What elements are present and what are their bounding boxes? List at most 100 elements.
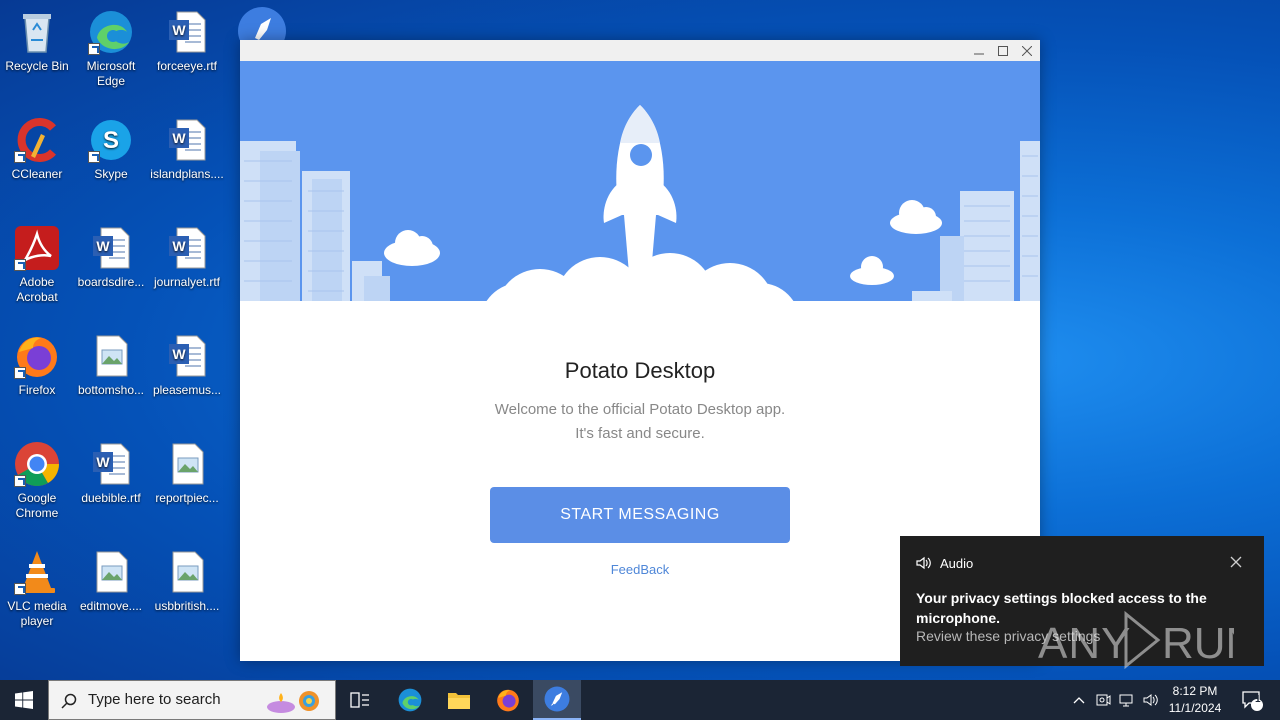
svg-text:W: W (172, 346, 186, 362)
desktop-icon-pleasemus[interactable]: W pleasemus... (149, 332, 225, 398)
ccleaner-icon (13, 116, 61, 164)
desktop-icon-boardsdire[interactable]: W boardsdire... (73, 224, 149, 290)
desktop-icon-ccleaner[interactable]: CCleaner (0, 116, 75, 182)
folder-icon (448, 693, 470, 709)
desktop-icon-label: Recycle Bin (5, 59, 69, 73)
start-button[interactable] (0, 680, 48, 720)
desktop-icon-label: forceeye.rtf (156, 59, 218, 73)
desktop-icon-label: duebible.rtf (81, 491, 141, 505)
microsoft-edge-icon (87, 8, 135, 56)
svg-text:W: W (172, 130, 186, 146)
desktop-icon-label: boardsdire... (77, 275, 145, 289)
start-messaging-button[interactable]: START MESSAGING (490, 487, 790, 543)
desktop-icon-label: bottomsho... (77, 383, 145, 397)
word-document-icon: W (87, 440, 135, 488)
task-view-button[interactable] (336, 680, 384, 720)
google-chrome-icon (13, 440, 61, 488)
app-subtitle-line1: Welcome to the official Potato Desktop a… (494, 401, 786, 418)
image-file-icon (163, 548, 211, 596)
feedback-link-text[interactable]: FeedBack (611, 562, 670, 577)
taskbar-clock[interactable]: 8:12 PM 11/1/2024 (1162, 683, 1228, 717)
clock-date: 11/1/2024 (1168, 701, 1222, 715)
desktop-icon-journalyet[interactable]: W journalyet.rtf (149, 224, 225, 290)
svg-text:W: W (172, 238, 186, 254)
desktop-icon-label: Skype (94, 167, 128, 181)
task-view-icon (350, 692, 369, 708)
taskbar-firefox[interactable] (484, 680, 532, 720)
minimize-icon (974, 53, 984, 54)
desktop-icon-forceeye[interactable]: W forceeye.rtf (149, 8, 225, 74)
taskbar-search-box[interactable]: Type here to search (48, 680, 336, 720)
maximize-button[interactable] (991, 40, 1015, 61)
vlc-cone-icon (13, 548, 61, 596)
action-center-button[interactable]: 1 (1232, 680, 1272, 720)
recycle-bin-icon (13, 8, 61, 56)
desktop-icon-label: Adobe Acrobat (16, 275, 58, 304)
hero-illustration (240, 61, 1040, 301)
toast-close-icon[interactable] (1230, 556, 1242, 568)
shortcut-arrow-icon (88, 43, 100, 55)
svg-text:W: W (96, 454, 110, 470)
potato-rocket-icon (238, 7, 286, 40)
firefox-icon (13, 332, 61, 380)
desktop-icon-reportpiec[interactable]: reportpiec... (149, 440, 225, 506)
desktop-icon-usbbritish[interactable]: usbbritish.... (149, 548, 225, 614)
taskbar-file-explorer[interactable] (435, 680, 483, 720)
desktop-icon-microsoft-edge[interactable]: Microsoft Edge (73, 8, 149, 89)
word-document-icon: W (163, 332, 211, 380)
app-subtitle-line2: It's fast and secure. (575, 425, 705, 442)
word-document-icon: W (163, 224, 211, 272)
desktop-icon-recycle-bin[interactable]: Recycle Bin (0, 8, 75, 74)
adobe-acrobat-icon (13, 224, 61, 272)
shortcut-arrow-icon (14, 475, 26, 487)
desktop-icon-potato-partial[interactable] (237, 6, 287, 40)
desktop-icon-bottomsho[interactable]: bottomsho... (73, 332, 149, 398)
desktop-icon-label: Firefox (18, 383, 56, 397)
taskbar-edge[interactable] (386, 680, 434, 720)
desktop-icon-label: CCleaner (11, 167, 63, 181)
close-icon (1022, 45, 1032, 56)
show-hidden-icons-button[interactable] (1068, 680, 1090, 720)
svg-text:ANY: ANY (1038, 619, 1131, 668)
desktop-icon-label: journalyet.rtf (153, 275, 221, 289)
desktop-icon-label: Google Chrome (15, 491, 59, 520)
notification-badge: 1 (1255, 694, 1261, 705)
desktop-icon-vlc[interactable]: VLC media player (0, 548, 75, 629)
close-button[interactable] (1015, 40, 1039, 61)
desktop-icon-label: reportpiec... (155, 491, 219, 505)
app-title: Potato Desktop (564, 358, 716, 383)
microsoft-edge-icon (398, 688, 422, 712)
toast-app-name: Audio (940, 556, 974, 571)
taskbar-potato-desktop[interactable] (533, 680, 581, 720)
tray-volume[interactable] (1140, 680, 1162, 720)
desktop-icon-google-chrome[interactable]: Google Chrome (0, 440, 75, 521)
app-subtitle: Welcome to the official Potato Desktop a… (240, 398, 1040, 446)
shortcut-arrow-icon (88, 151, 100, 163)
tray-meet-now[interactable] (1092, 680, 1114, 720)
shortcut-arrow-icon (14, 259, 26, 271)
windows-logo-icon (15, 691, 33, 709)
diwali-lamp-icon (267, 691, 319, 713)
desktop-icon-adobe-acrobat[interactable]: Adobe Acrobat (0, 224, 75, 305)
window-titlebar[interactable] (240, 40, 1040, 61)
search-icon (61, 693, 77, 709)
anyrun-watermark-logo: ANY RUN (1038, 610, 1234, 670)
speaker-icon (916, 556, 931, 570)
tray-network[interactable] (1116, 680, 1138, 720)
svg-text:RUN: RUN (1162, 619, 1234, 668)
desktop-icon-label: VLC media player (7, 599, 67, 628)
desktop-icon-duebible[interactable]: W duebible.rtf (73, 440, 149, 506)
desktop-icon-skype[interactable]: S Skype (73, 116, 149, 182)
desktop-icon-label: editmove.... (79, 599, 143, 613)
svg-text:W: W (96, 238, 110, 254)
image-file-icon (87, 332, 135, 380)
taskbar: Type here to search 8:12 PM 11/1/2024 1 (0, 680, 1280, 720)
image-file-icon (87, 548, 135, 596)
desktop-icon-firefox[interactable]: Firefox (0, 332, 75, 398)
desktop-icon-editmove[interactable]: editmove.... (73, 548, 149, 614)
desktop-icon-islandplans[interactable]: W islandplans.... (149, 116, 225, 182)
skype-icon: S (87, 116, 135, 164)
minimize-button[interactable] (967, 40, 991, 61)
shortcut-arrow-icon (14, 151, 26, 163)
chevron-up-icon (1073, 697, 1085, 704)
